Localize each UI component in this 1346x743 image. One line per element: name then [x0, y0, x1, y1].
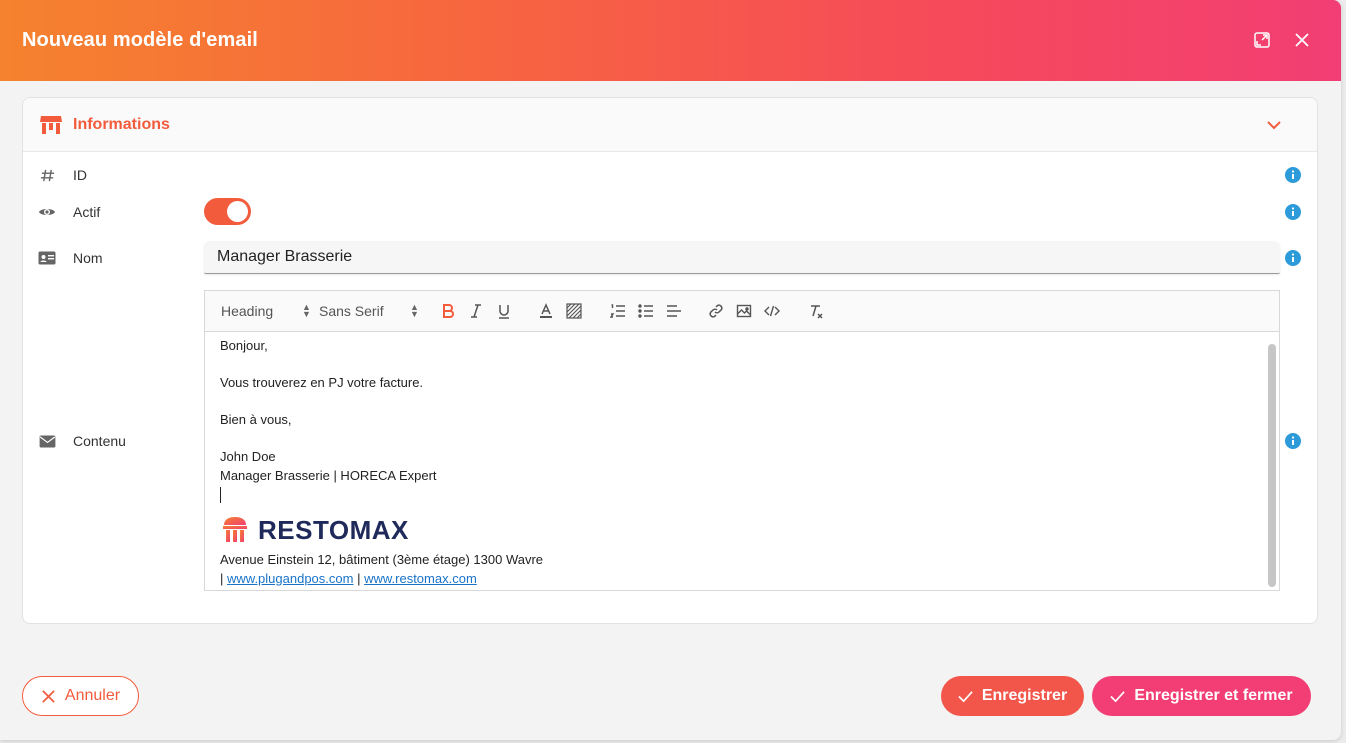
eye-icon	[38, 203, 56, 221]
store-icon	[39, 114, 63, 136]
info-icon[interactable]	[1285, 250, 1301, 266]
info-icon[interactable]	[1285, 433, 1301, 449]
ordered-list-icon[interactable]	[610, 302, 626, 320]
font-select[interactable]: Sans Serif	[319, 302, 384, 320]
address-line: Avenue Einstein 12, bâtiment (3ème étage…	[220, 552, 544, 567]
id-card-icon	[38, 249, 56, 267]
restomax-logo: RESTOMAX	[220, 513, 1265, 547]
chevron-down-icon[interactable]	[1265, 116, 1283, 134]
section-header[interactable]: Informations	[23, 98, 1317, 152]
nom-label: Nom	[73, 250, 103, 266]
cancel-button[interactable]: Annuler	[22, 676, 139, 716]
info-icon[interactable]	[1285, 204, 1301, 220]
rich-text-editor[interactable]: Heading ▲ ▼ Sans Serif ▲ ▼ Bonjour, Vous…	[204, 290, 1280, 591]
restomax-logo-icon	[223, 517, 247, 542]
content-line: Vous trouverez en PJ votre facture.	[220, 375, 424, 390]
save-and-close-button-label: Enregistrer et fermer	[1134, 687, 1293, 704]
save-and-close-button[interactable]: Enregistrer et fermer	[1092, 676, 1311, 716]
expand-icon[interactable]	[1252, 30, 1272, 50]
bullet-list-icon[interactable]	[638, 302, 654, 320]
clear-format-icon[interactable]	[808, 302, 824, 320]
links-line: | www.plugandpos.com | www.restomax.com	[220, 570, 1265, 589]
underline-icon[interactable]	[496, 302, 512, 320]
font-select-label: Sans Serif	[319, 303, 384, 319]
link-icon[interactable]	[708, 302, 724, 320]
close-icon[interactable]	[1292, 30, 1312, 50]
restomax-link[interactable]: www.restomax.com	[364, 571, 477, 586]
modal-title: Nouveau modèle d'email	[22, 29, 258, 51]
links-separator: |	[353, 570, 365, 586]
check-icon	[958, 690, 973, 702]
align-icon[interactable]	[666, 302, 682, 320]
code-icon[interactable]	[764, 302, 780, 320]
check-icon	[1110, 690, 1126, 702]
actif-toggle[interactable]	[204, 198, 251, 225]
text-color-icon[interactable]	[538, 302, 554, 320]
logo-wordmark: RESTOMAX	[258, 514, 409, 545]
italic-icon[interactable]	[468, 302, 484, 320]
font-select-arrows-icon[interactable]: ▲ ▼	[404, 302, 419, 320]
x-icon	[42, 689, 55, 703]
section-title: Informations	[73, 115, 170, 133]
hash-icon	[38, 166, 56, 184]
plugandpos-link[interactable]: www.plugandpos.com	[227, 571, 353, 586]
envelope-icon	[38, 432, 56, 450]
email-template-modal: Nouveau modèle d'email Informations ID A…	[0, 0, 1341, 740]
modal-header: Nouveau modèle d'email	[0, 0, 1341, 81]
heading-select-arrows-icon[interactable]: ▲ ▼	[296, 302, 311, 320]
background-color-icon[interactable]	[566, 302, 582, 320]
content-line: Bien à vous,	[220, 412, 292, 427]
content-line: Manager Brasserie | HORECA Expert	[220, 467, 437, 483]
text-caret	[220, 487, 221, 503]
heading-select[interactable]: Heading	[221, 302, 273, 320]
id-label: ID	[73, 167, 87, 183]
toggle-knob	[227, 201, 248, 222]
links-prefix: |	[220, 570, 227, 586]
editor-toolbar: Heading ▲ ▼ Sans Serif ▲ ▼	[205, 291, 1279, 332]
bold-icon[interactable]	[440, 302, 456, 320]
save-button-label: Enregistrer	[981, 687, 1068, 704]
editor-content[interactable]: Bonjour, Vous trouverez en PJ votre fact…	[205, 332, 1265, 590]
cancel-button-label: Annuler	[64, 687, 121, 704]
content-line: Bonjour,	[220, 338, 268, 353]
contenu-label: Contenu	[73, 433, 126, 449]
save-button[interactable]: Enregistrer	[941, 676, 1084, 716]
informations-card: Informations ID Actif Nom Contenu	[22, 97, 1318, 624]
image-icon[interactable]	[736, 302, 752, 320]
heading-select-label: Heading	[221, 303, 274, 319]
info-icon[interactable]	[1285, 167, 1301, 183]
actif-label: Actif	[73, 204, 101, 220]
editor-scrollbar[interactable]	[1268, 344, 1276, 587]
nom-input[interactable]	[204, 241, 1280, 274]
content-line: John Doe	[220, 449, 276, 464]
